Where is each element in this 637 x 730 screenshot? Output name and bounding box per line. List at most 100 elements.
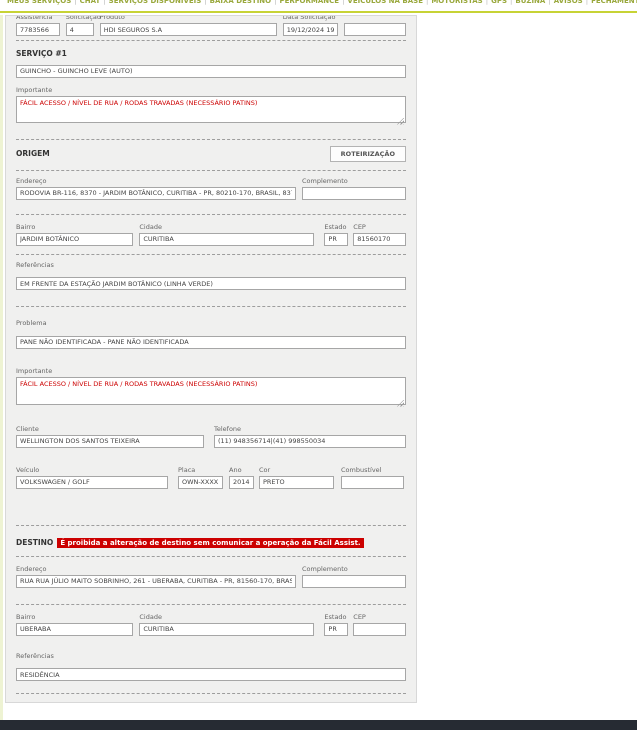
menu-item-servicos-disponiveis[interactable]: SERVIÇOS DISPONÍVEIS [106, 0, 205, 5]
menu-item-buzina[interactable]: BUZINA [512, 0, 548, 5]
separator [16, 555, 406, 557]
assistencia-input[interactable] [16, 23, 60, 36]
problema-label: Problema [16, 319, 47, 327]
problema-input[interactable] [16, 335, 406, 349]
destino-estado-label: Estado [324, 612, 347, 621]
origem-endereco-input[interactable] [16, 186, 296, 200]
origem-referencias-label: Referências [16, 260, 54, 269]
cliente-input[interactable] [16, 434, 204, 448]
produto-label: Produto [99, 15, 125, 21]
telefone-label: Telefone [214, 424, 242, 433]
menu-item-meus-servicos[interactable]: MEUS SERVIÇOS [4, 0, 74, 5]
destino-bairro-label: Bairro [16, 612, 36, 621]
placa-label: Placa [178, 465, 196, 474]
service-detail-panel: Assistência Solicitação Produto Data Sol… [5, 15, 417, 703]
origem-complemento-label: Complemento [302, 176, 348, 185]
menu-item-motoristas[interactable]: MOTORISTAS [428, 0, 485, 5]
cliente-row: Cliente Telefone [16, 425, 406, 448]
separator [16, 306, 406, 307]
solicitacao-label: Solicitação [65, 15, 101, 21]
placa-input[interactable] [178, 475, 223, 489]
top-menu-bar: MEUS SERVIÇOS | CHAT | SERVIÇOS DISPONÍVEI… [0, 0, 637, 13]
ano-input[interactable] [229, 475, 254, 489]
menu-item-gps[interactable]: GPS [488, 0, 510, 5]
origem-title: ORIGEM [16, 149, 50, 158]
cor-input[interactable] [259, 475, 334, 489]
destino-endereco-row: Endereço Complemento [16, 565, 406, 588]
destino-title: DESTINO [16, 538, 54, 547]
extra-label [344, 16, 406, 21]
origem-cidade-input[interactable] [139, 232, 315, 246]
data-solicitacao-label: Data Solicitação [282, 15, 336, 21]
origem-cep-input[interactable] [353, 232, 406, 246]
servico-importante-label: Importante [16, 85, 53, 94]
servico-title: SERVIÇO #1 [16, 49, 67, 58]
separator [16, 603, 406, 605]
menu-item-avisos[interactable]: AVISOS [551, 0, 586, 5]
origem-cep-label: CEP [353, 222, 366, 231]
importante2-label: Importante [16, 366, 53, 375]
menu-item-fechamento[interactable]: FECHAMENTO [588, 0, 637, 5]
separator [16, 169, 406, 171]
separator [16, 40, 406, 41]
data-solicitacao-input[interactable] [282, 23, 339, 36]
origem-bairro-row: Bairro Cidade Estado CEP [16, 223, 406, 246]
importante2-wrap: FÁCIL ACESSO / NÍVEL DE RUA / RODAS TRAV… [16, 376, 406, 409]
identification-row: Assistência Solicitação Produto Data Sol… [16, 15, 406, 36]
combustivel-input[interactable] [341, 475, 404, 489]
menu-item-performance[interactable]: PERFORMANCE [276, 0, 342, 5]
servico-tipo-input[interactable] [16, 64, 406, 78]
destino-endereco-label: Endereço [16, 564, 47, 573]
menu-item-baixa-destino[interactable]: BAIXA DESTINO [207, 0, 274, 5]
menu-item-veiculos-na-base[interactable]: VEÍCULOS NA BASE [344, 0, 426, 5]
top-menu: MEUS SERVIÇOS | CHAT | SERVIÇOS DISPONÍVEI… [0, 0, 637, 5]
roteirizacao-button[interactable]: ROTEIRIZAÇÃO [329, 145, 406, 162]
footer-bar [0, 720, 637, 730]
veiculo-row: Veículo Placa Ano Cor Combustível [16, 466, 406, 489]
origem-cidade-label: Cidade [139, 222, 162, 231]
destino-cep-input[interactable] [353, 622, 406, 636]
separator [16, 138, 406, 140]
origem-header-row: ORIGEM ROTEIRIZAÇÃO [16, 145, 406, 162]
origem-endereco-label: Endereço [16, 176, 47, 185]
origem-estado-label: Estado [324, 222, 347, 231]
servico-importante-textarea[interactable]: FÁCIL ACESSO / NÍVEL DE RUA / RODAS TRAV… [16, 95, 406, 123]
destino-bairro-row: Bairro Cidade Estado CEP [16, 613, 406, 636]
cor-label: Cor [259, 465, 271, 474]
menu-item-chat[interactable]: CHAT [77, 0, 104, 5]
separator [16, 253, 406, 255]
telefone-input[interactable] [214, 434, 406, 448]
veiculo-input[interactable] [16, 475, 168, 489]
destino-header-row: DESTINO É proibida a alteração de destin… [16, 537, 406, 548]
page-left-strip [0, 15, 3, 721]
origem-referencias-input[interactable] [16, 277, 406, 290]
origem-estado-input[interactable] [324, 232, 349, 246]
destino-complemento-label: Complemento [302, 564, 348, 573]
servico-importante-wrap: FÁCIL ACESSO / NÍVEL DE RUA / RODAS TRAV… [16, 95, 406, 127]
destino-complemento-input[interactable] [302, 574, 406, 588]
solicitacao-input[interactable] [65, 23, 94, 36]
importante2-textarea[interactable]: FÁCIL ACESSO / NÍVEL DE RUA / RODAS TRAV… [16, 376, 406, 405]
extra-input[interactable] [344, 23, 406, 36]
separator [16, 693, 406, 694]
destino-referencias-input[interactable] [16, 668, 406, 681]
origem-bairro-input[interactable] [16, 232, 134, 246]
destino-referencias-label: Referências [16, 651, 54, 660]
destino-endereco-input[interactable] [16, 574, 296, 588]
veiculo-label: Veículo [16, 465, 40, 474]
destino-bairro-input[interactable] [16, 622, 134, 636]
combustivel-label: Combustível [341, 465, 382, 474]
destino-estado-input[interactable] [324, 622, 349, 636]
origem-complemento-input[interactable] [302, 186, 406, 200]
destino-warning-badge: É proibida a alteração de destino sem co… [57, 537, 364, 548]
destino-cidade-input[interactable] [139, 622, 315, 636]
origem-endereco-row: Endereço Complemento [16, 177, 406, 200]
ano-label: Ano [229, 465, 242, 474]
destino-cidade-label: Cidade [139, 612, 162, 621]
destino-cep-label: CEP [353, 612, 366, 621]
cliente-label: Cliente [16, 424, 39, 433]
origem-bairro-label: Bairro [16, 222, 36, 231]
separator [16, 524, 406, 526]
produto-input[interactable] [99, 23, 277, 36]
separator [16, 213, 406, 215]
